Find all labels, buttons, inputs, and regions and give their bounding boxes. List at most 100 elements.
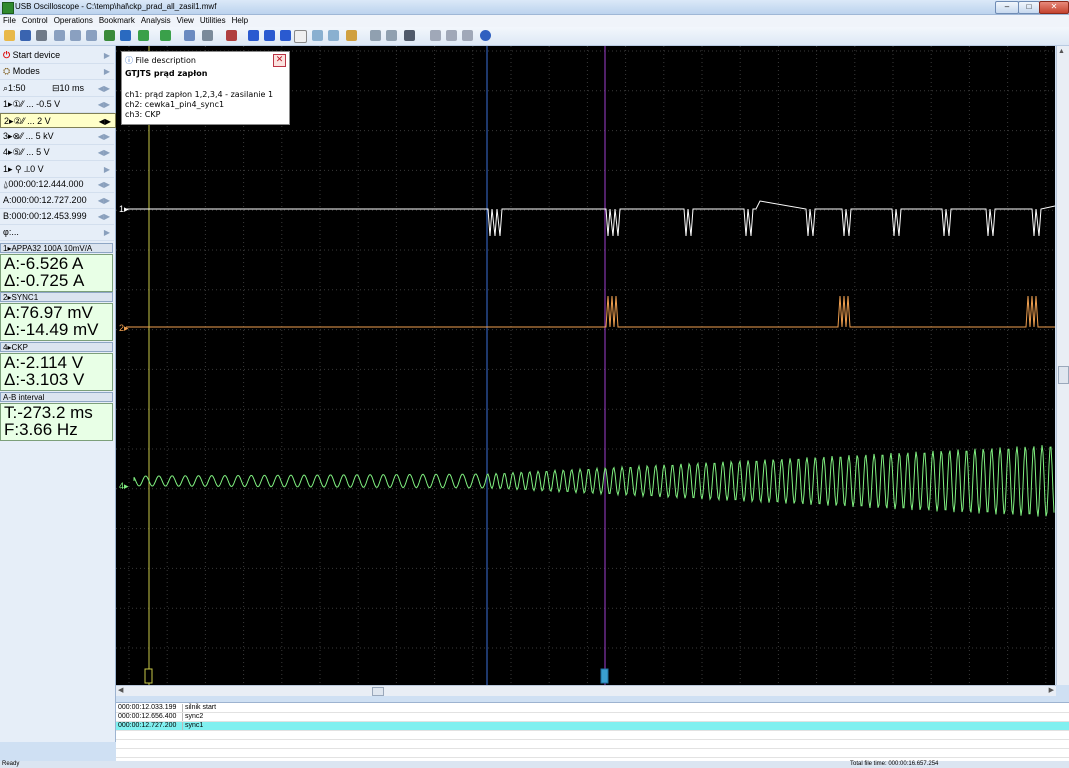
list-item[interactable]: 000:00:12.727.200 sync1 xyxy=(116,722,1069,731)
file-description-popup: ⓘ File description ✕ GTJTS prąd zapłon c… xyxy=(121,51,290,125)
channel-4-trace xyxy=(133,445,1055,517)
cursor-b-row[interactable]: B:000:00:12.453.999 ◀▶ xyxy=(0,209,114,225)
scroll-up-icon[interactable]: ▲ xyxy=(1058,48,1065,55)
app-icon xyxy=(2,2,14,14)
event-time: 000:00:12.656.400 xyxy=(118,713,177,720)
print-icon[interactable] xyxy=(36,30,47,41)
minimize-button[interactable]: – xyxy=(995,1,1019,14)
channel-2-marker[interactable]: 2▸ xyxy=(119,323,129,333)
menu-utilities[interactable]: Utilities xyxy=(197,15,229,27)
horizontal-scrollbar[interactable]: ◀ ▶ xyxy=(116,685,1056,696)
menu-file[interactable]: File xyxy=(0,15,19,27)
channel-4-row[interactable]: 4▸⑤⁄⁄ ... 5 V ◀▶ xyxy=(0,145,114,161)
delete-icon[interactable] xyxy=(462,30,473,41)
spin-arrows-icon[interactable]: ◀▶ xyxy=(98,209,110,224)
channel-1-label: 1▸①⁄⁄ ... -0.5 V xyxy=(3,99,61,109)
scroll-left-icon[interactable]: ◀ xyxy=(118,686,123,694)
help-icon[interactable] xyxy=(480,30,491,41)
timebase-value: 10 ms xyxy=(59,83,85,93)
channel-3-row[interactable]: 3▸⊗⁄⁄ ... 5 kV ◀▶ xyxy=(0,129,114,145)
scope-grid xyxy=(116,46,1055,685)
file-description-title: GTJTS prąd zapłon xyxy=(125,69,208,78)
vertical-scrollbar[interactable]: ▲ xyxy=(1056,46,1069,685)
menu-control[interactable]: Control xyxy=(19,15,51,27)
copy-icon[interactable] xyxy=(54,30,65,41)
export-icon[interactable] xyxy=(328,30,339,41)
menu-analysis[interactable]: Analysis xyxy=(138,15,174,27)
verify-icon[interactable] xyxy=(280,30,291,41)
channel-scale-icon[interactable] xyxy=(138,30,149,41)
channel-4-a-value: A:-2.114 V xyxy=(4,353,84,372)
cursor-icon[interactable] xyxy=(104,30,115,41)
cursor-a-row[interactable]: A:000:00:12.727.200 ◀▶ xyxy=(0,193,114,209)
trigger-time-value: 000:00:12.444.000 xyxy=(8,179,84,189)
spin-arrows-icon[interactable]: ◀▶ xyxy=(98,145,110,160)
menu-operations[interactable]: Operations xyxy=(51,15,96,27)
step-left-icon[interactable] xyxy=(370,30,381,41)
spin-arrows-icon[interactable]: ◀▶ xyxy=(99,114,111,129)
channel-4-measure-panel: A:-2.114 V Δ:-3.103 V xyxy=(0,353,113,391)
ab-interval-panel: T:-273.2 ms F:3.66 Hz xyxy=(0,403,113,441)
channel-2-row[interactable]: 2▸②⁄⁄ ... 2 V ◀▶ xyxy=(0,113,116,128)
chevron-right-icon: ▶ xyxy=(103,67,110,76)
spin-arrows-icon[interactable]: ◀▶ xyxy=(98,97,110,112)
channel-offset-icon[interactable] xyxy=(160,30,171,41)
check-all-icon[interactable] xyxy=(264,30,275,41)
trigger-time-row[interactable]: ⍙000:00:12.444.000 ◀▶ xyxy=(0,177,114,193)
horizontal-scroll-thumb[interactable] xyxy=(372,687,384,696)
ab-interval-time: T:-273.2 ms xyxy=(4,403,93,422)
list-item[interactable]: 000:00:12.656.400 sync2 xyxy=(116,713,1069,722)
power-icon: ⏻ xyxy=(3,50,11,60)
start-device-button[interactable]: ⏻ Start device ▶ xyxy=(0,48,114,64)
table-icon[interactable] xyxy=(430,30,441,41)
sidebar: ⏻ Start device ▶ ⛭ Modes ▶ ⌕1:50 ⊟10 ms … xyxy=(0,46,116,742)
menu-help[interactable]: Help xyxy=(229,15,251,27)
open-icon[interactable] xyxy=(4,30,15,41)
restore-button[interactable]: □ xyxy=(1018,1,1040,14)
spin-arrows-icon[interactable]: ◀▶ xyxy=(98,193,110,208)
menu-bookmark[interactable]: Bookmark xyxy=(96,15,138,27)
menu-view[interactable]: View xyxy=(174,15,197,27)
cursor-a-handle[interactable] xyxy=(600,668,609,684)
channel-4-marker[interactable]: 4▸ xyxy=(119,481,129,491)
display-mode-icon[interactable] xyxy=(202,30,213,41)
channel-1-marker[interactable]: 1▸ xyxy=(119,204,129,214)
close-window-button[interactable]: ✕ xyxy=(1039,1,1069,14)
notes-icon[interactable] xyxy=(294,30,307,43)
channel-2-delta-value: Δ:-14.49 mV xyxy=(4,320,99,339)
screen-icon[interactable] xyxy=(404,30,415,41)
ab-interval-frequency: F:3.66 Hz xyxy=(4,420,78,439)
list-item[interactable] xyxy=(116,731,1069,740)
check-icon[interactable] xyxy=(248,30,259,41)
spin-arrows-icon[interactable]: ◀▶ xyxy=(98,81,110,96)
list-item[interactable]: 000:00:12.033.199 silnik start xyxy=(116,704,1069,713)
modes-button[interactable]: ⛭ Modes ▶ xyxy=(0,64,114,80)
chevron-right-icon: ▶ xyxy=(103,165,110,174)
close-icon[interactable]: ✕ xyxy=(273,54,286,67)
channel-1-measure-panel: A:-6.526 A Δ:-0.725 A xyxy=(0,254,113,292)
step-right-icon[interactable] xyxy=(386,30,397,41)
marker-icon[interactable] xyxy=(120,30,131,41)
cursor-b-handle[interactable] xyxy=(144,668,153,684)
save-icon[interactable] xyxy=(20,30,31,41)
vertical-scroll-thumb[interactable] xyxy=(1058,366,1069,384)
channel-1-row[interactable]: 1▸①⁄⁄ ... -0.5 V ◀▶ xyxy=(0,97,114,113)
list-item[interactable] xyxy=(116,740,1069,749)
grid-icon[interactable] xyxy=(312,30,323,41)
scroll-right-icon[interactable]: ▶ xyxy=(1049,686,1054,694)
filter-icon[interactable] xyxy=(226,30,237,41)
list-item[interactable] xyxy=(116,749,1069,758)
channel-4-delta-value: Δ:-3.103 V xyxy=(4,370,85,389)
spin-arrows-icon[interactable]: ◀▶ xyxy=(98,177,110,192)
list-icon[interactable] xyxy=(446,30,457,41)
spin-arrows-icon[interactable]: ◀▶ xyxy=(98,129,110,144)
undo-icon[interactable] xyxy=(184,30,195,41)
phase-row[interactable]: φ:... ▶ xyxy=(0,225,114,241)
timebase-row[interactable]: ⌕1:50 ⊟10 ms ◀▶ xyxy=(0,81,114,97)
layout-icon[interactable] xyxy=(346,30,357,41)
duplicate-icon[interactable] xyxy=(86,30,97,41)
scope-display[interactable]: 1▸ 2▸ 4▸ xyxy=(116,46,1055,685)
file-description-ch2: ch2: cewka1_pin4_sync1 xyxy=(125,100,225,109)
paste-icon[interactable] xyxy=(70,30,81,41)
trigger-row[interactable]: 1▸ ⚲ ⟂0 V ▶ xyxy=(0,162,114,178)
